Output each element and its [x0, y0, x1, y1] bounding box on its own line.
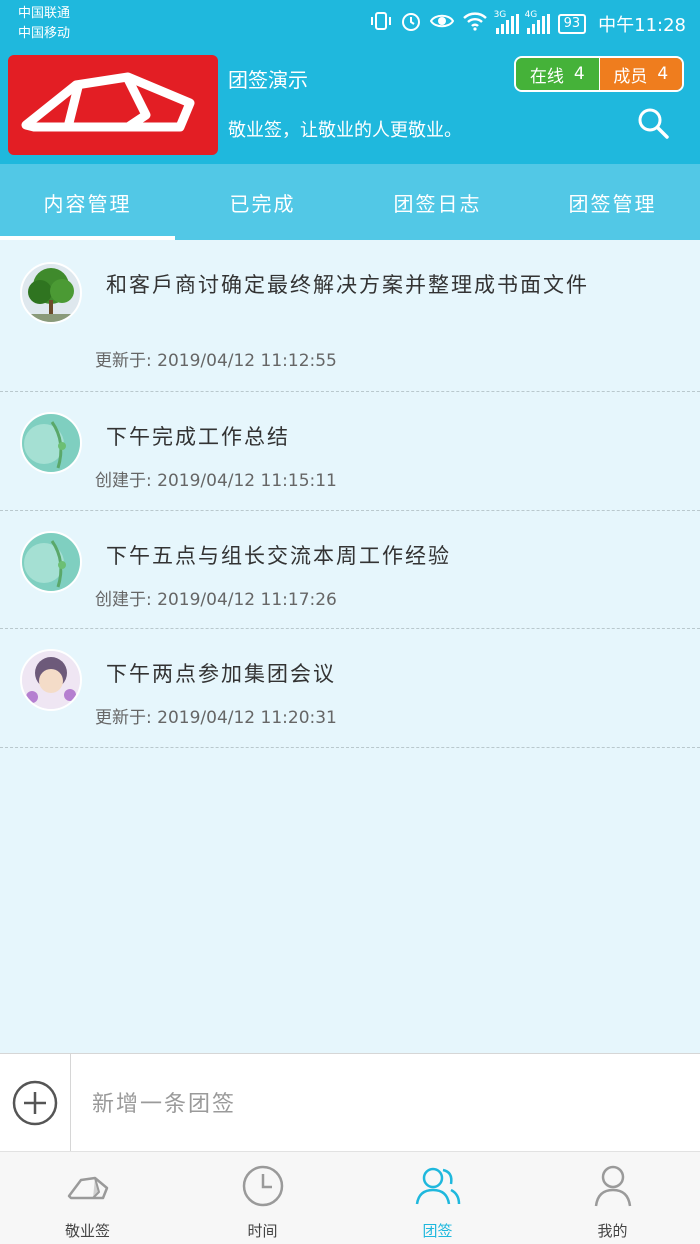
item-timestamp: 创建于: 2019/04/12 11:17:26 — [95, 589, 337, 610]
avatar — [20, 649, 82, 711]
online-count: 4 — [573, 64, 585, 84]
team-name: 团签演示 — [228, 68, 308, 92]
avatar — [20, 412, 82, 474]
vibrate-icon — [370, 10, 392, 37]
team-status-badges[interactable]: 在线 4 成员 4 — [514, 56, 684, 92]
alarm-icon — [400, 10, 422, 37]
team-header: 团签演示 敬业签，让敬业的人更敬业。 在线 4 成员 4 — [0, 50, 700, 164]
new-memo-composer — [0, 1053, 700, 1152]
item-timestamp: 更新于: 2019/04/12 11:12:55 — [95, 351, 337, 371]
nav-team[interactable]: 团签 — [350, 1152, 525, 1244]
tab-team-log[interactable]: 团签日志 — [350, 164, 525, 240]
add-icon[interactable] — [12, 1080, 58, 1126]
nav-time[interactable]: 时间 — [175, 1152, 350, 1244]
team-users-icon — [415, 1167, 460, 1205]
signal-4g-icon: 4G — [525, 10, 550, 34]
search-icon[interactable] — [636, 106, 670, 140]
online-label: 在线 — [529, 66, 564, 87]
tab-team-management[interactable]: 团签管理 — [525, 164, 700, 240]
new-memo-input[interactable] — [92, 1084, 672, 1124]
item-title: 下午完成工作总结 — [106, 425, 290, 449]
eye-icon — [429, 10, 454, 37]
members-count: 4 — [657, 64, 669, 84]
item-title: 下午五点与组长交流本周工作经验 — [106, 543, 451, 568]
list-item[interactable]: 下午两点参加集团会议 更新于: 2019/04/12 11:20:31 — [0, 629, 700, 748]
clock: 中午11:28 — [598, 14, 686, 36]
net-type-2: 4G — [524, 9, 538, 20]
composer-divider — [70, 1054, 71, 1152]
tab-completed[interactable]: 已完成 — [175, 164, 350, 240]
item-title: 和客戶商讨确定最终解决方案并整理成书面文件 — [106, 273, 589, 297]
list-item[interactable]: 下午五点与组长交流本周工作经验 创建于: 2019/04/12 11:17:26 — [0, 511, 700, 629]
nav-label: 时间 — [247, 1222, 278, 1240]
list-item[interactable]: 下午完成工作总结 创建于: 2019/04/12 11:15:11 — [0, 392, 700, 511]
clock-icon — [242, 1165, 283, 1207]
nav-label: 团签 — [422, 1222, 453, 1240]
nav-label: 敬业签 — [64, 1222, 110, 1240]
nav-label: 我的 — [597, 1222, 628, 1240]
team-slogan: 敬业签，让敬业的人更敬业。 — [228, 120, 462, 141]
avatar — [20, 262, 82, 324]
net-type-1: 3G — [493, 9, 507, 20]
nav-mine[interactable]: 我的 — [525, 1152, 700, 1244]
list-item[interactable]: 和客戶商讨确定最终解决方案并整理成书面文件 更新于: 2019/04/12 11… — [0, 240, 700, 392]
bottom-nav: 敬业签 时间 团签 我的 — [0, 1151, 700, 1244]
signal-3g-icon: 3G — [494, 10, 519, 34]
avatar — [20, 530, 82, 593]
user-icon — [594, 1165, 631, 1207]
carrier-2: 中国移动 — [18, 26, 71, 41]
status-bar: 中国联通 中国移动 3G 4G 93 中午11:28 — [0, 0, 700, 50]
memo-list: 和客戶商讨确定最终解决方案并整理成书面文件 更新于: 2019/04/12 11… — [0, 240, 700, 748]
battery-icon: 93 — [557, 13, 587, 34]
boat-icon — [67, 1176, 108, 1200]
item-timestamp: 创建于: 2019/04/12 11:15:11 — [95, 471, 337, 491]
item-timestamp: 更新于: 2019/04/12 11:20:31 — [95, 708, 337, 728]
members-label: 成员 — [613, 66, 648, 87]
nav-jingyeqian[interactable]: 敬业签 — [0, 1152, 175, 1244]
wifi-icon — [462, 10, 488, 37]
app-logo — [8, 55, 218, 155]
tab-bar: 内容管理 已完成 团签日志 团签管理 — [0, 164, 700, 240]
online-badge[interactable]: 在线 4 — [516, 58, 599, 90]
members-badge[interactable]: 成员 4 — [598, 58, 682, 90]
item-title: 下午两点参加集团会议 — [106, 662, 336, 686]
carrier-1: 中国联通 — [18, 6, 71, 21]
tab-content-management[interactable]: 内容管理 — [0, 164, 175, 240]
